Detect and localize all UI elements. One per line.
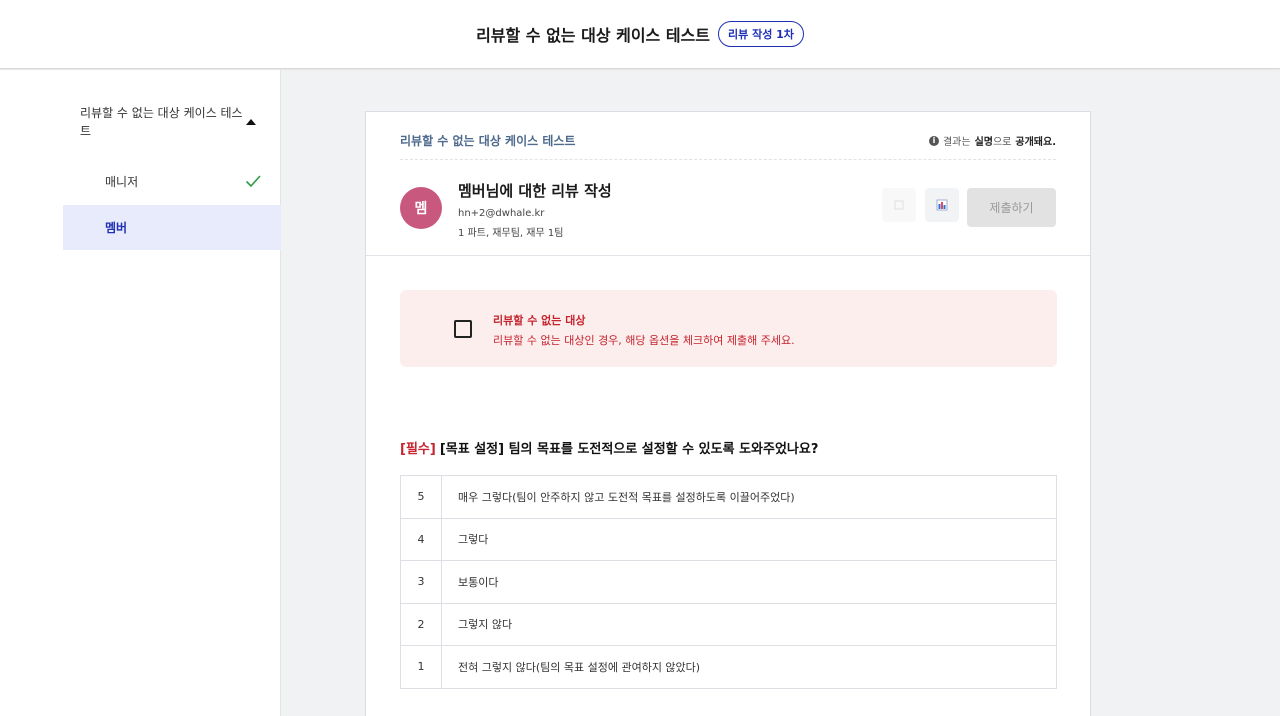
option-score: 1 [400,645,442,689]
avatar: 멤 [400,187,442,229]
option-row[interactable]: 4 그렇다 [400,517,1057,561]
exclude-checkbox[interactable] [454,320,472,338]
save-icon [894,200,904,210]
exclude-option: 리뷰할 수 없는 대상 리뷰할 수 없는 대상인 경우, 해당 옵션을 체크하여… [400,290,1057,367]
option-label: 보통이다 [441,560,1057,604]
exclude-description: 리뷰할 수 없는 대상인 경우, 해당 옵션을 체크하여 제출해 주세요. [493,334,795,347]
caret-up-icon[interactable] [246,119,256,125]
chart-button[interactable] [925,188,959,222]
info-icon: i [928,135,939,146]
sidebar-item-member[interactable]: 멤버 [63,205,281,250]
visibility-notice: i 결과는 실명 으로 공개돼요. [928,133,1056,148]
option-label: 그렇다 [441,517,1057,561]
page-title: 리뷰할 수 없는 대상 케이스 테스트 [476,26,710,45]
divider [400,159,1056,160]
reviewee-team: 1 파트, 재무팀, 재무 1팀 [458,228,564,239]
sidebar-item-label: 멤버 [105,221,128,235]
temp-save-button[interactable] [882,188,916,222]
option-score: 3 [400,560,442,604]
top-header: 리뷰할 수 없는 대상 케이스 테스트 리뷰 작성 1차 [0,0,1280,69]
test-name: 리뷰할 수 없는 대상 케이스 테스트 [400,134,576,148]
option-score: 5 [400,475,442,519]
option-row[interactable]: 3 보통이다 [400,560,1057,604]
option-score: 2 [400,602,442,646]
submit-button[interactable]: 제출하기 [967,188,1056,227]
round-badge: 리뷰 작성 1차 [718,21,804,47]
option-row[interactable]: 5 매우 그렇다(팀이 안주하지 않고 도전적 목표를 설정하도록 이끌어주었다… [400,475,1057,519]
exclude-title: 리뷰할 수 없는 대상 [493,314,586,327]
reviewee-email: hn+2@dwhale.kr [458,208,545,219]
option-score: 4 [400,517,442,561]
sidebar: 리뷰할 수 없는 대상 케이스 테스트 매니저 멤버 [0,70,281,716]
option-row[interactable]: 2 그렇지 않다 [400,602,1057,646]
option-label: 매우 그렇다(팀이 안주하지 않고 도전적 목표를 설정하도록 이끌어주었다) [441,475,1057,519]
chart-icon [936,199,948,211]
review-card: 리뷰할 수 없는 대상 케이스 테스트 i 결과는 실명 으로 공개돼요. 멤 멤… [365,111,1091,716]
review-card-header: 리뷰할 수 없는 대상 케이스 테스트 i 결과는 실명 으로 공개돼요. 멤 멤… [366,112,1090,256]
reviewee-title: 멤버님에 대한 리뷰 작성 [458,182,612,200]
option-label: 전혀 그렇지 않다(팀의 목표 설정에 관여하지 않았다) [441,645,1057,689]
required-tag: [필수] [400,442,436,457]
question-title: [필수] [목표 설정] 팀의 목표를 도전적으로 설정할 수 있도록 도와주었나… [400,442,819,457]
sidebar-item-manager[interactable]: 매니저 [63,159,281,204]
sidebar-item-label: 매니저 [105,175,139,189]
option-label: 그렇지 않다 [441,602,1057,646]
check-icon [245,175,261,188]
option-row[interactable]: 1 전혀 그렇지 않다(팀의 목표 설정에 관여하지 않았다) [400,645,1057,689]
sidebar-group-title[interactable]: 리뷰할 수 없는 대상 케이스 테스트 [80,104,250,140]
answer-options: 5 매우 그렇다(팀이 안주하지 않고 도전적 목표를 설정하도록 이끌어주었다… [400,475,1057,689]
